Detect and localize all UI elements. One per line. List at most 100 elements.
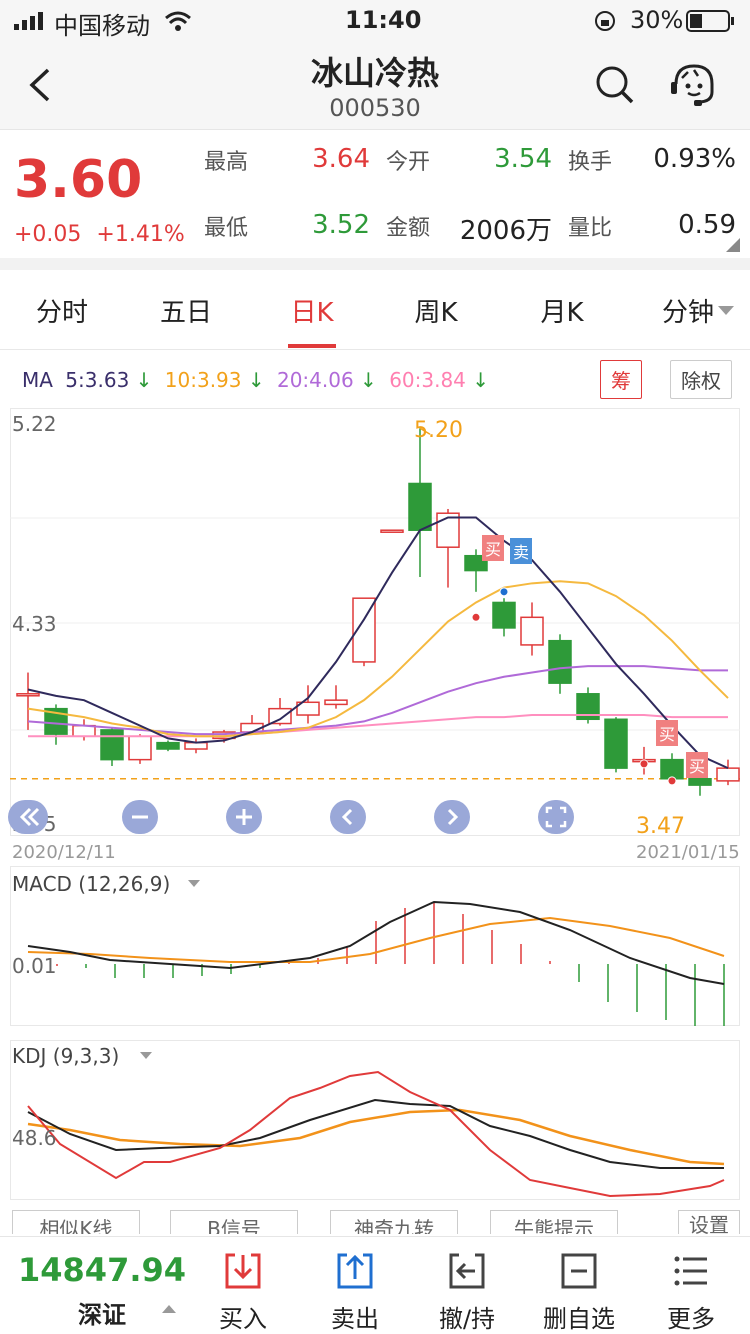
ma20-value: 20:4.06: [276, 368, 354, 392]
cancel-hold-label: 撤/持: [438, 1305, 496, 1333]
kdj-d-line: [27, 1108, 725, 1166]
low-price-label: 3.47: [636, 814, 685, 839]
macd-axis-value: 0.01: [12, 954, 57, 978]
buy-icon: [225, 1253, 261, 1289]
kline-chart[interactable]: [10, 408, 740, 836]
tab-intraday[interactable]: 分时: [12, 292, 112, 329]
cancel-hold-button[interactable]: 撤/持: [412, 1237, 522, 1334]
value-turnover: 0.93%: [653, 144, 736, 174]
index-widget[interactable]: 14847.94 深证: [0, 1237, 188, 1334]
battery-icon: [686, 10, 734, 32]
down-arrow-icon: ↓: [129, 368, 159, 392]
chevron-left-icon: [341, 808, 353, 826]
sell-button[interactable]: 卖出: [300, 1237, 410, 1334]
candle: [100, 727, 124, 767]
candle-body: [660, 758, 684, 780]
plus-icon: [236, 809, 252, 825]
candle: [520, 602, 544, 656]
ex-rights-button[interactable]: 除权: [670, 360, 732, 399]
dropdown-triangle-icon[interactable]: [718, 306, 734, 316]
candle-body: [408, 482, 432, 531]
candle: [688, 776, 712, 796]
kdj-j-line: [27, 1070, 725, 1198]
label-open: 今开: [386, 150, 431, 175]
candle-body: [716, 767, 740, 782]
double-left-icon: [19, 807, 40, 827]
y-axis-top: 5.22: [12, 412, 57, 436]
buy-signal: 买: [656, 720, 679, 746]
buy-button[interactable]: 买入: [188, 1237, 298, 1334]
rewind-button[interactable]: [8, 800, 48, 834]
remove-watchlist-button[interactable]: 删自选: [524, 1237, 634, 1334]
buy-signal: 买: [482, 535, 505, 561]
price-change: +0.05 +1.41%: [14, 222, 185, 247]
tab-monthly-k[interactable]: 月K: [512, 292, 612, 329]
similar-k-button[interactable]: 相似K线: [12, 1210, 140, 1234]
signal-dot: [471, 612, 481, 622]
status-bar: 中国移动 11:40 30%: [0, 0, 750, 40]
cancel-order-icon: [449, 1253, 485, 1289]
more-button[interactable]: 更多: [636, 1237, 746, 1334]
bottom-toolbar: 14847.94 深证 买入 卖出 撤/持 删自选 更多: [0, 1236, 750, 1334]
tab-daily-k[interactable]: 日K: [262, 292, 362, 329]
candle: [548, 634, 572, 694]
magic-nine-button[interactable]: 神奇九转: [330, 1210, 458, 1234]
quote-panel: 3.60 +0.05 +1.41% 最高 3.64 今开 3.54 换手 0.9…: [0, 130, 750, 258]
search-icon[interactable]: [594, 64, 636, 106]
signal-dot: [667, 776, 677, 786]
candle: [408, 428, 432, 577]
zoom-out-button[interactable]: [122, 800, 158, 834]
candle-body: [492, 601, 516, 629]
customer-service-icon[interactable]: [668, 62, 720, 110]
zoom-in-button[interactable]: [226, 800, 262, 834]
nav-bar: 冰山冷热 000530: [0, 40, 750, 130]
candle-body: [380, 529, 404, 533]
period-tabs: 分时 五日 日K 周K 月K 分钟: [0, 270, 750, 350]
tab-weekly-k[interactable]: 周K: [386, 292, 486, 329]
peak-price-label: 5.20: [414, 418, 463, 443]
ma-legend: MA 5:3.63 ↓ 10:3.93 ↓ 20:4.06 ↓ 60:3.84 …: [22, 368, 489, 392]
candle-body: [16, 693, 40, 697]
battery-percent: 30%: [630, 6, 684, 34]
chip-distribution-button[interactable]: 筹: [600, 360, 642, 399]
carrier-name: 中国移动: [54, 12, 150, 40]
candle: [604, 717, 628, 773]
candle-body: [100, 729, 124, 761]
candle-body: [548, 639, 572, 684]
value-amount: 2006万: [459, 216, 552, 246]
kdj-chart: [27, 1070, 725, 1198]
change-value: +0.05: [14, 222, 82, 247]
label-amount: 金额: [386, 216, 431, 241]
down-arrow-icon: ↓: [241, 368, 271, 392]
ma10-line: [27, 580, 729, 738]
candle-body: [688, 778, 712, 786]
scroll-right-button[interactable]: [434, 800, 470, 834]
candle-body: [156, 741, 180, 750]
signal-dot: [499, 587, 509, 597]
label-low: 最低: [204, 216, 249, 241]
value-low: 3.52: [312, 210, 370, 240]
sell-label: 卖出: [331, 1305, 379, 1333]
fullscreen-button[interactable]: [538, 800, 574, 834]
list-icon: [674, 1256, 707, 1286]
b-signal-button[interactable]: B信号: [170, 1210, 298, 1234]
signal-icon: [14, 12, 43, 30]
candle-body: [268, 707, 292, 725]
value-open: 3.54: [494, 144, 552, 174]
kdj-axis-value: 48.6: [12, 1126, 57, 1150]
macd-chart: [27, 900, 725, 1026]
active-tab-indicator: [288, 344, 336, 348]
clock: 11:40: [345, 6, 422, 34]
scroll-left-button[interactable]: [330, 800, 366, 834]
settings-button[interactable]: 设置: [678, 1210, 740, 1234]
current-price: 3.60: [14, 150, 143, 210]
bull-bear-button[interactable]: 牛熊提示: [490, 1210, 618, 1234]
more-label: 更多: [667, 1305, 715, 1333]
tab-five-day[interactable]: 五日: [136, 292, 236, 329]
expand-corner-icon[interactable]: [726, 238, 740, 252]
label-high: 最高: [204, 150, 249, 175]
sell-icon: [337, 1253, 373, 1289]
label-turnover: 换手: [568, 150, 613, 175]
stock-code: 000530: [329, 94, 421, 122]
candle: [716, 759, 740, 786]
